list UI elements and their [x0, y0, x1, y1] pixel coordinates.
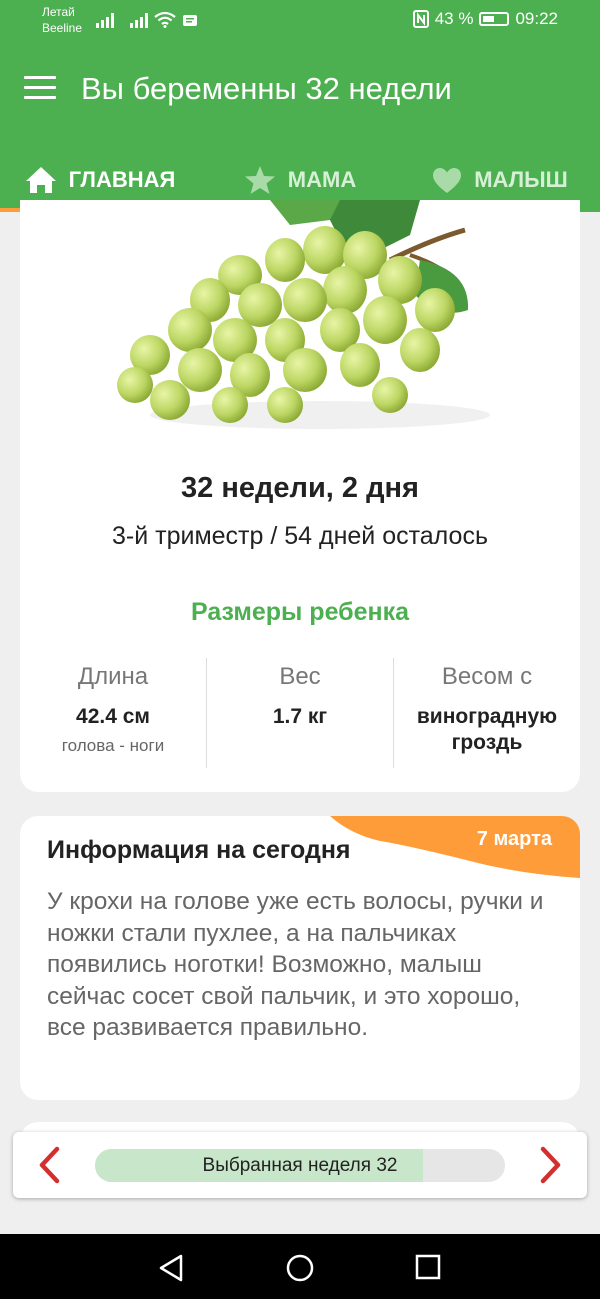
system-nav-bar [0, 1234, 600, 1299]
recents-icon[interactable] [415, 1254, 441, 1280]
tab-home-label: ГЛАВНАЯ [68, 167, 176, 192]
carrier-info: Летай Beeline [42, 4, 82, 36]
signal-icon [130, 12, 148, 28]
grapes-image [117, 200, 490, 429]
star-icon [244, 166, 275, 194]
heart-icon [433, 167, 462, 193]
next-week-button[interactable] [535, 1146, 565, 1184]
weight-value: 1.7 кг [272, 705, 328, 728]
signal-icons [96, 11, 198, 28]
week-day-text: 32 недели, 2 дня [181, 472, 419, 504]
home-icon [25, 167, 56, 193]
week-selector: Выбранная неделя 32 [13, 1132, 587, 1198]
info-text: У крохи на голове уже есть волосы, ручки… [47, 888, 544, 1041]
tab-mama-label: МАМА [287, 167, 357, 192]
carrier-line2: Beeline [42, 21, 83, 35]
status-right: 43 % 09:22 [412, 9, 558, 29]
compare-label: Весом с [441, 663, 533, 690]
weight-label: Вес [279, 663, 321, 690]
week-progress-bar[interactable]: Выбранная неделя 32 [95, 1149, 505, 1182]
app-bar: Вы беременны 32 недели ГЛАВНАЯ МАМА МАЛЫ… [0, 40, 600, 212]
info-date: 7 марта [476, 828, 552, 850]
length-label: Длина [77, 663, 149, 690]
previous-week-button[interactable] [35, 1146, 65, 1184]
nfc-icon [412, 10, 429, 28]
daily-info-card: 7 марта Информация на сегодня У крохи на… [20, 816, 580, 1100]
back-icon[interactable] [158, 1254, 184, 1282]
clock: 09:22 [515, 9, 558, 28]
tab-baby-label: МАЛЫШ [474, 167, 568, 192]
page-title: Вы беременны 32 недели [81, 71, 452, 106]
signal-icon [96, 12, 114, 28]
summary-card: 32 недели, 2 дня 3-й триместр / 54 дней … [20, 200, 580, 792]
length-value: 42.4 см [76, 705, 150, 728]
compare-value: виноградную гроздь [416, 705, 558, 754]
battery-percent: 43 % [434, 9, 474, 28]
hamburger-menu-icon[interactable] [24, 76, 56, 100]
baby-sizes-title: Размеры ребенка [190, 598, 410, 626]
selected-week-label: Выбранная неделя 32 [202, 1154, 398, 1176]
trimester-text: 3-й триместр / 54 дней осталось [112, 522, 488, 550]
length-sub: голова - ноги [61, 736, 165, 755]
info-title: Информация на сегодня [47, 836, 351, 864]
home-nav-icon[interactable] [286, 1254, 314, 1282]
baby-sizes: Длина 42.4 см голова - ноги Вес 1.7 кг В… [20, 658, 580, 768]
weight-column: Вес 1.7 кг [206, 658, 393, 768]
message-icon [183, 15, 197, 26]
compare-column: Весом с виноградную гроздь [393, 658, 580, 768]
wifi-icon [154, 11, 176, 28]
status-bar: Летай Beeline 43 % 09:22 [0, 0, 600, 40]
battery-icon [479, 12, 510, 26]
carrier-line1: Летай [42, 5, 75, 19]
length-column: Длина 42.4 см голова - ноги [20, 658, 206, 768]
